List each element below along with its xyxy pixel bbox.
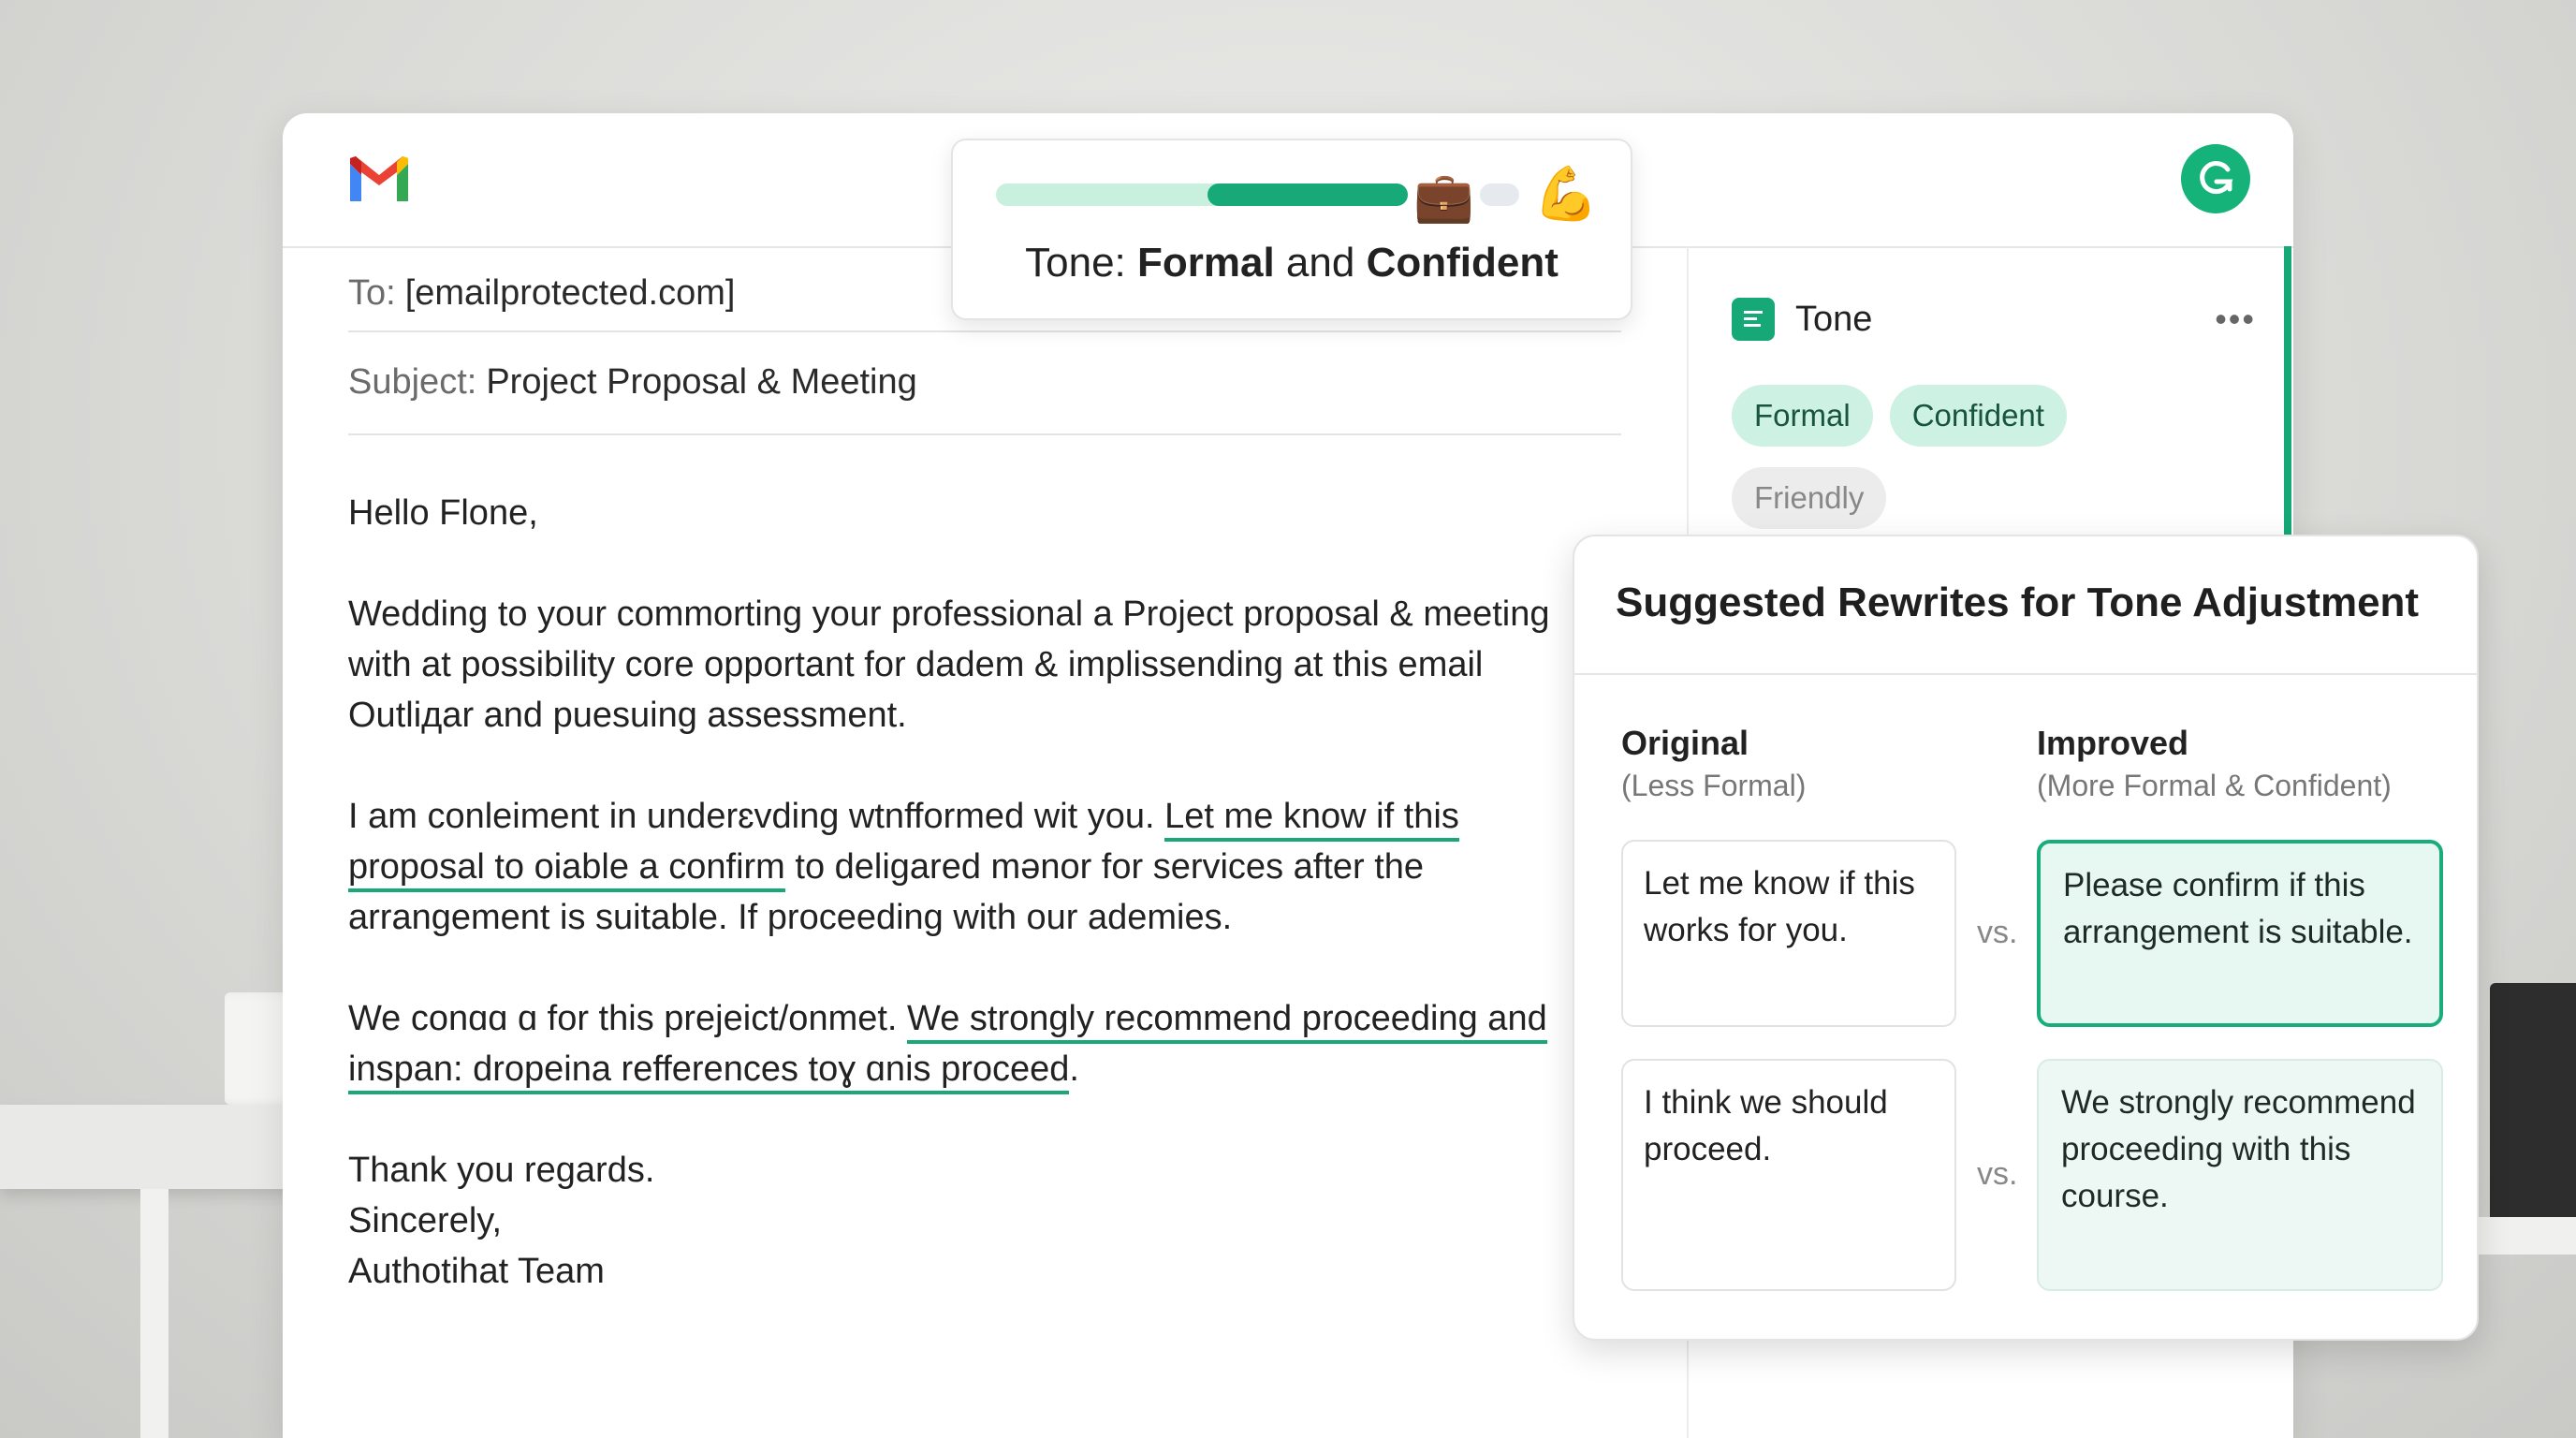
tone-panel: Tone ••• Formal Confident Friendly: [1732, 291, 2256, 529]
improved-suggestion-1[interactable]: Please confirm if this arrangement is su…: [2037, 840, 2443, 1027]
improved-column-subtitle: (More Formal & Confident): [2037, 769, 2392, 802]
paragraph-2-start: I am conleiment in underɛvding wtnfforme…: [348, 797, 1165, 836]
chip-confident[interactable]: Confident: [1889, 385, 2067, 447]
greeting: Hello Flone,: [348, 493, 538, 533]
tone-header: Tone •••: [1732, 291, 2256, 347]
vs-label-2: vs.: [1977, 1156, 2018, 1192]
briefcase-icon: 💼: [1413, 170, 1474, 225]
document-lines-icon: [1732, 298, 1775, 341]
flexed-arm-icon: 💪: [1533, 164, 1599, 223]
email-body[interactable]: Hello Flone, Wedding to your commorting …: [348, 488, 1584, 1297]
tone-label-confident: Confident: [1366, 240, 1559, 286]
tone-chips-row-2: Friendly: [1732, 467, 2256, 529]
subject-value[interactable]: Project Proposal & Meeting: [486, 362, 916, 403]
paragraph-1: Wedding to your commorting your professi…: [348, 594, 1550, 735]
closing-line-2: Sincerely,: [348, 1201, 503, 1240]
suggestions-title: Suggested Rewrites for Tone Adjustment: [1616, 580, 2420, 625]
background-pen-holder: [2490, 983, 2576, 1217]
tone-label-prefix: Tone:: [1025, 240, 1137, 286]
paragraph-3-start: We conɑɑ ɑ for this prejeict/onmet.: [348, 999, 908, 1038]
tone-meter-end: [1480, 183, 1519, 206]
paragraph-3: We conɑɑ ɑ for this prejeict/onmet. We s…: [348, 993, 1584, 1094]
closing-line-1: Thank you regards.: [348, 1151, 655, 1190]
to-label: To:: [348, 272, 396, 313]
gmail-logo-icon[interactable]: [346, 154, 412, 205]
original-column-subtitle: (Less Formal): [1621, 769, 1807, 802]
vs-label-1: vs.: [1977, 915, 2018, 950]
grammarly-g-icon[interactable]: [2181, 144, 2250, 213]
original-suggestion-1: Let me know if this works for you.: [1621, 840, 1956, 1027]
original-column-header: Original: [1621, 724, 1749, 762]
subject-field[interactable]: Subject: Project Proposal & Meeting: [348, 330, 1621, 435]
improved-suggestion-2[interactable]: We strongly recommend proceeding with th…: [2037, 1059, 2443, 1291]
suggested-rewrites-card: Suggested Rewrites for Tone Adjustment O…: [1573, 535, 2479, 1341]
tone-label-formal: Formal: [1137, 240, 1275, 286]
tone-label-connector: and: [1274, 240, 1367, 286]
paragraph-3-end: .: [1069, 1049, 1079, 1089]
background-desk-leg: [140, 1189, 168, 1438]
more-options-icon[interactable]: •••: [2215, 300, 2256, 339]
tone-title: Tone: [1795, 299, 1873, 339]
chip-formal[interactable]: Formal: [1732, 385, 1873, 447]
tone-meter-popup: 💼 💪 Tone: Formal and Confident: [951, 139, 1632, 320]
closing-line-3: Authotihat Team: [348, 1252, 605, 1291]
tone-label: Tone: Formal and Confident: [953, 240, 1631, 286]
paragraph-2: I am conleiment in underɛvding wtnfforme…: [348, 791, 1584, 943]
improved-column-header: Improved: [2037, 724, 2189, 762]
suggestions-divider: [1574, 673, 2477, 675]
original-suggestion-2: I think we should proceed.: [1621, 1059, 1956, 1291]
tone-chips-row-1: Formal Confident: [1732, 385, 2256, 447]
chip-friendly[interactable]: Friendly: [1732, 467, 1887, 529]
to-value[interactable]: [emailprotected.com]: [405, 273, 736, 314]
subject-label: Subject:: [348, 361, 477, 402]
tone-meter-fill: [1208, 183, 1408, 206]
